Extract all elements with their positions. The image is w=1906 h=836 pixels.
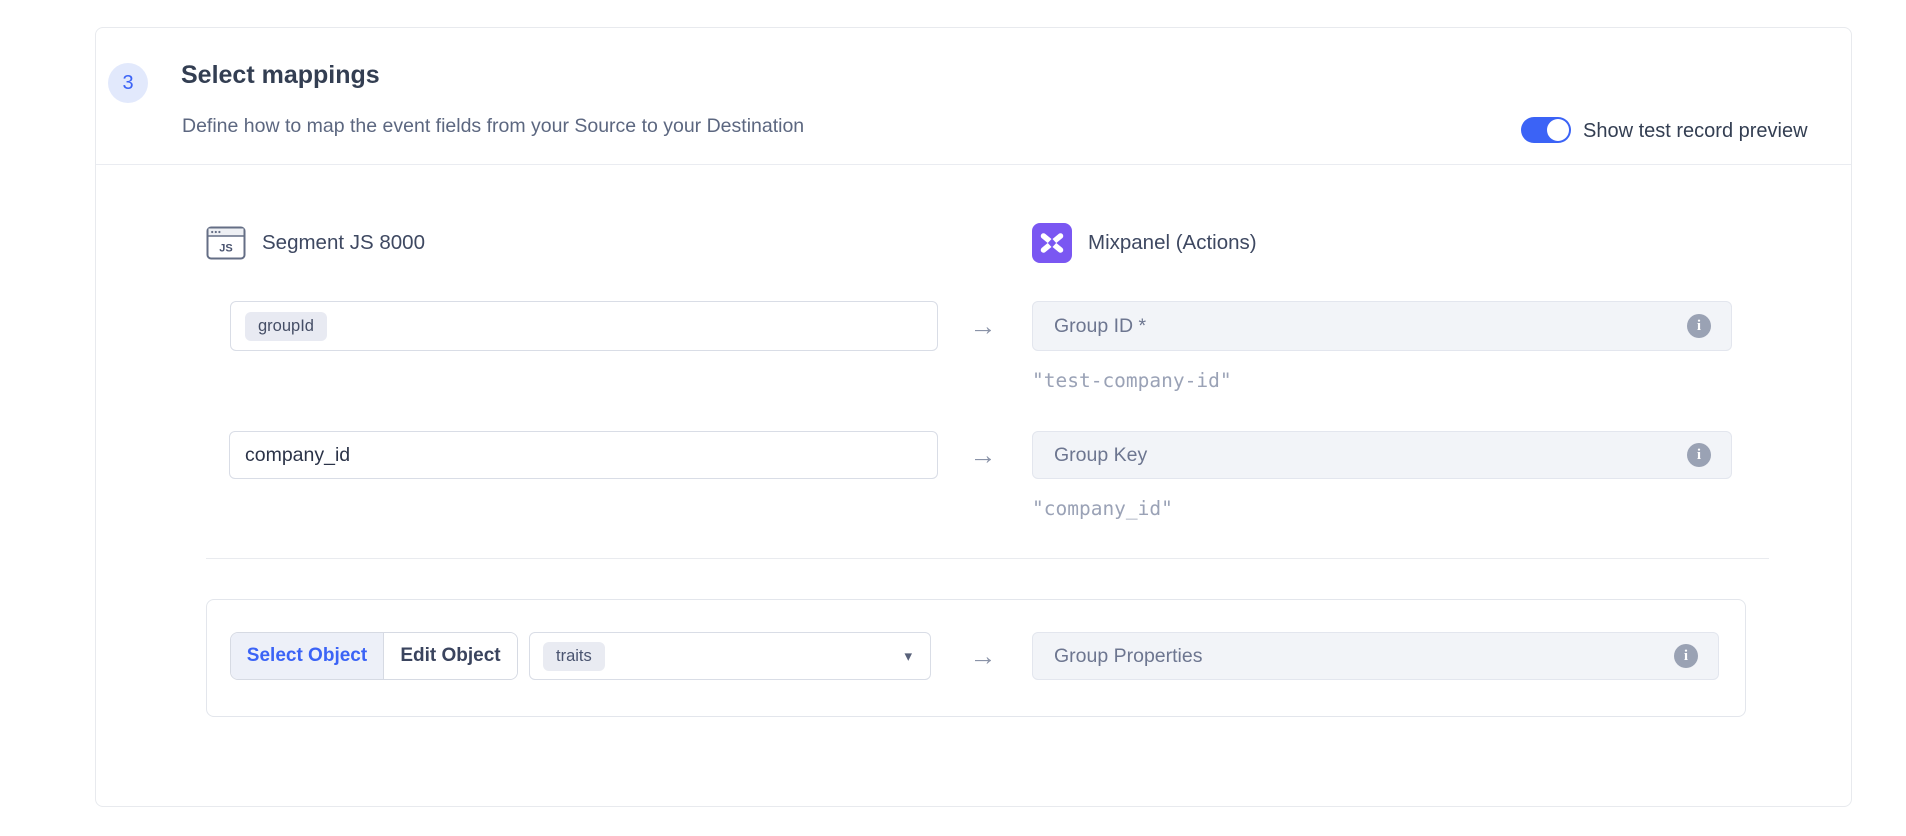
info-icon[interactable]: i	[1687, 314, 1711, 338]
source-name: Segment JS 8000	[262, 231, 425, 255]
object-source-dropdown[interactable]: traits ▾	[529, 632, 931, 680]
source-input-text: company_id	[245, 444, 350, 467]
browser-js-icon: JS	[206, 223, 246, 263]
dest-field-group-properties[interactable]: Group Properties i	[1032, 632, 1719, 680]
mapping-arrow-icon: →	[956, 632, 1010, 680]
header-divider	[96, 164, 1851, 165]
test-record-preview-value: "company_id"	[1032, 497, 1173, 520]
select-mappings-page: 3 Select mappings Define how to map the …	[0, 0, 1906, 836]
source-field-input-company-id[interactable]: company_id	[229, 431, 938, 479]
select-object-button[interactable]: Select Object	[231, 633, 384, 679]
destination-column-header: Mixpanel (Actions)	[1032, 223, 1257, 263]
js-icon-label: JS	[219, 243, 232, 255]
step-number-badge: 3	[108, 63, 148, 103]
destination-name: Mixpanel (Actions)	[1088, 231, 1257, 255]
source-column-header: JS Segment JS 8000	[206, 223, 425, 263]
dest-field-label: Group Key	[1054, 444, 1687, 467]
dest-field-label: Group Properties	[1054, 645, 1674, 668]
dropdown-value-pill: traits	[543, 642, 605, 671]
page-title: Select mappings	[181, 61, 380, 90]
info-icon[interactable]: i	[1674, 644, 1698, 668]
mapping-arrow-icon: →	[956, 301, 1010, 351]
page-subtitle: Define how to map the event fields from …	[182, 115, 804, 138]
object-mode-button-group: Select Object Edit Object	[230, 632, 518, 680]
select-mappings-card: 3 Select mappings Define how to map the …	[95, 27, 1852, 807]
dest-field-label: Group ID *	[1054, 315, 1687, 338]
source-field-input-groupid[interactable]: groupId	[230, 301, 938, 351]
mapping-arrow-icon: →	[956, 431, 1010, 479]
show-test-record-toggle[interactable]	[1521, 117, 1571, 143]
info-icon[interactable]: i	[1687, 443, 1711, 467]
mixpanel-icon	[1032, 223, 1072, 263]
source-token-pill[interactable]: groupId	[245, 312, 327, 341]
edit-object-button[interactable]: Edit Object	[384, 633, 517, 679]
dest-field-group-key[interactable]: Group Key i	[1032, 431, 1732, 479]
test-record-preview-value: "test-company-id"	[1032, 369, 1232, 392]
chevron-down-icon: ▾	[904, 647, 912, 665]
dest-field-group-id[interactable]: Group ID * i	[1032, 301, 1732, 351]
toggle-knob-icon	[1547, 119, 1569, 141]
section-divider	[206, 558, 1769, 559]
toggle-label: Show test record preview	[1583, 120, 1808, 143]
